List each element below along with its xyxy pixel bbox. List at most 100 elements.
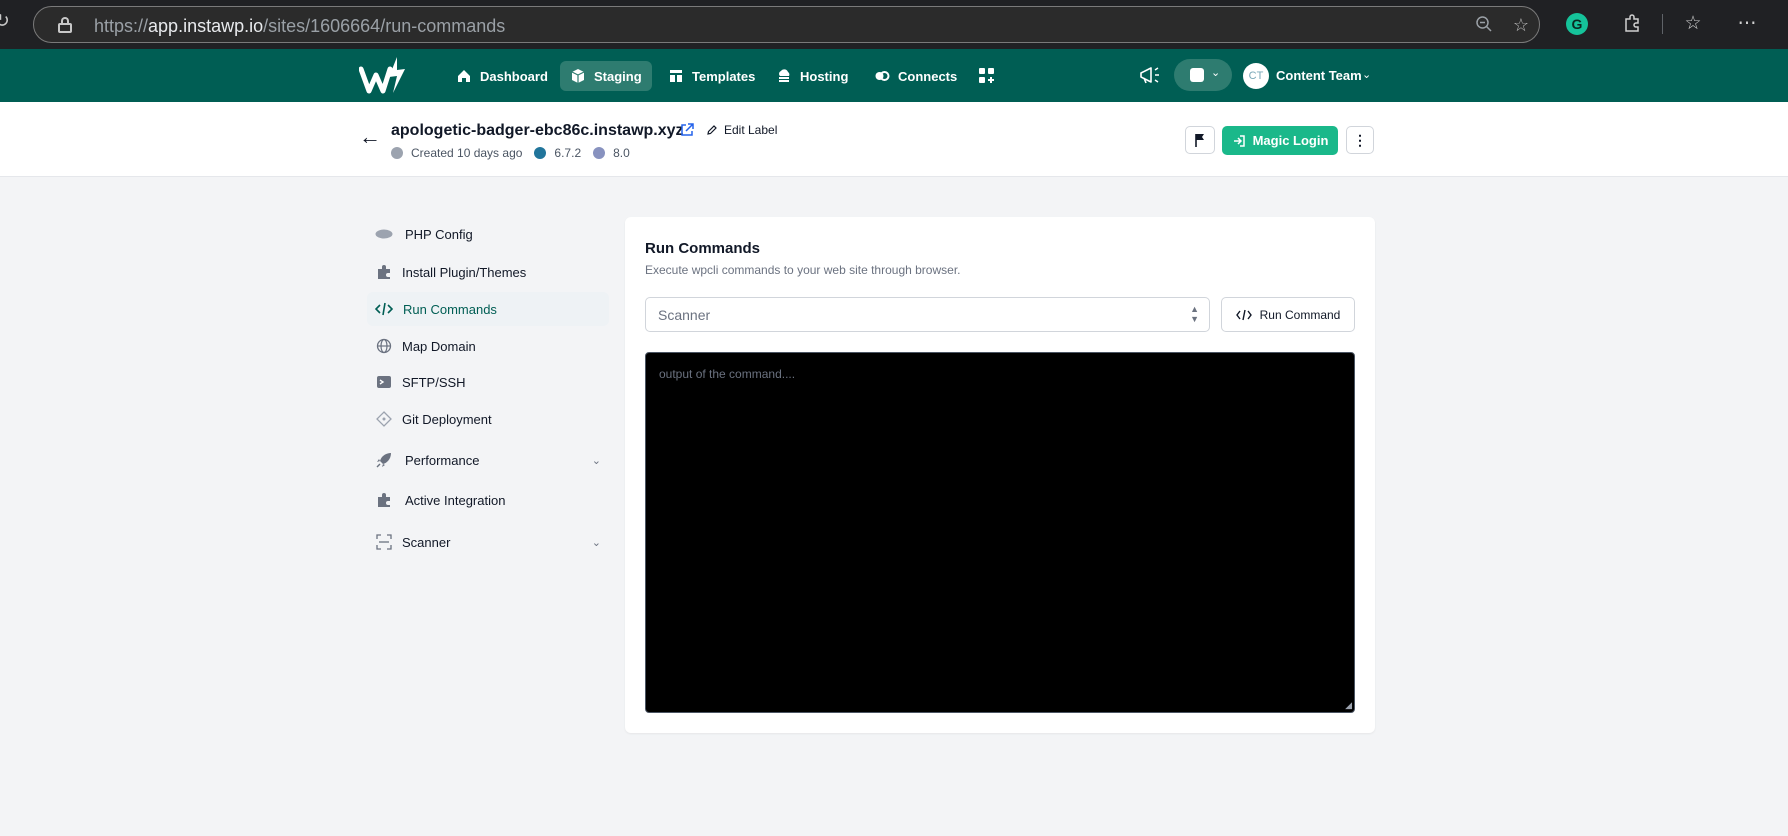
puzzle-icon — [375, 491, 393, 509]
puzzle-icon — [375, 263, 393, 281]
more-icon[interactable]: ⋯ — [1736, 13, 1758, 35]
cube-icon — [571, 69, 585, 83]
cloud-server-icon — [779, 69, 790, 82]
chart-icon — [1190, 68, 1204, 82]
apps-grid-icon[interactable] — [977, 66, 997, 86]
link-icon — [875, 71, 890, 81]
created-text: Created 10 days ago — [411, 146, 523, 160]
instawp-logo[interactable] — [358, 55, 409, 95]
sidebar-item-label: SFTP/SSH — [402, 374, 466, 390]
rocket-icon — [375, 451, 393, 469]
select-arrows-icon: ▲ ▼ — [1190, 304, 1199, 324]
favorite-star-icon[interactable]: ☆ — [1511, 15, 1531, 35]
sidebar-item-active-integration[interactable]: Active Integration — [367, 483, 609, 517]
favorites-bar-icon[interactable]: ☆ — [1682, 13, 1704, 35]
extensions-icon[interactable] — [1621, 13, 1643, 35]
sidebar-item-label: Install Plugin/Themes — [402, 264, 527, 280]
template-icon — [670, 70, 682, 82]
sidebar-item-php-config[interactable]: PHP Config — [367, 217, 609, 251]
run-command-label: Run Command — [1259, 307, 1341, 322]
chevron-down-icon: ⌄ — [1211, 67, 1221, 79]
magic-login-label: Magic Login — [1252, 133, 1329, 148]
sidebar-item-label: Active Integration — [405, 492, 506, 508]
nav-templates[interactable]: Templates — [658, 61, 765, 91]
nav-hosting-label: Hosting — [800, 68, 849, 84]
command-select-value: Scanner — [658, 307, 711, 323]
site-stats-dropdown[interactable]: ⌄ — [1174, 59, 1232, 91]
chevron-down-icon: ⌄ — [591, 536, 601, 549]
panel-title: Run Commands — [645, 240, 761, 257]
app-navbar: Dashboard Staging Templates Hosting Conn… — [0, 49, 1788, 102]
nav-hosting[interactable]: Hosting — [766, 61, 858, 91]
run-command-button[interactable]: Run Command — [1221, 297, 1355, 332]
sidebar-item-performance[interactable]: Performance ⌄ — [367, 443, 609, 477]
zoom-out-icon[interactable] — [1474, 15, 1494, 35]
resize-handle-icon[interactable]: ◢ — [1345, 700, 1352, 711]
clock-icon — [391, 147, 403, 159]
sidebar-item-label: Map Domain — [402, 338, 476, 354]
command-output[interactable]: output of the command.... ◢ — [645, 352, 1355, 713]
sidebar-item-map-domain[interactable]: Map Domain — [367, 329, 609, 363]
wordpress-icon — [534, 147, 547, 159]
sidebar-item-install-plugin-themes[interactable]: Install Plugin/Themes — [367, 255, 609, 289]
edit-label-button[interactable]: Edit Label — [706, 123, 777, 137]
reload-icon[interactable]: ↻ — [0, 12, 14, 32]
chevron-down-icon[interactable]: ⌄ — [1362, 68, 1371, 81]
code-icon — [375, 300, 393, 318]
magic-login-button[interactable]: Magic Login — [1222, 126, 1338, 155]
nav-templates-label: Templates — [692, 68, 756, 84]
terminal-icon — [375, 373, 393, 391]
code-icon — [1235, 309, 1252, 320]
nav-dashboard-label: Dashboard — [480, 68, 548, 84]
sidebar-item-git-deployment[interactable]: Git Deployment — [367, 402, 609, 436]
wp-version: 6.7.2 — [554, 146, 582, 160]
flag-icon — [1195, 134, 1204, 147]
flag-button[interactable] — [1185, 126, 1215, 154]
nav-connects[interactable]: Connects — [864, 61, 967, 91]
run-commands-panel: Run Commands Execute wpcli commands to y… — [625, 217, 1375, 733]
login-icon — [1233, 134, 1245, 147]
external-link-icon[interactable] — [679, 122, 695, 138]
back-arrow-icon[interactable]: ← — [359, 124, 381, 150]
php-icon — [375, 225, 393, 243]
sidebar-item-label: Git Deployment — [402, 411, 492, 427]
sidebar-item-label: Run Commands — [403, 301, 497, 317]
php-version: 8.0 — [613, 146, 630, 160]
address-bar[interactable]: https://app.instawp.io/sites/1606664/run… — [33, 6, 1540, 43]
url-host: app.instawp.io — [148, 16, 264, 36]
url-scheme: https:// — [94, 16, 149, 36]
panel-subtitle: Execute wpcli commands to your web site … — [645, 263, 961, 277]
chevron-down-icon: ⌄ — [591, 454, 601, 467]
sidebar-item-label: PHP Config — [405, 226, 473, 242]
url-path: /sites/1606664/run-commands — [263, 16, 506, 36]
nav-dashboard[interactable]: Dashboard — [446, 61, 558, 91]
sidebar-item-label: Performance — [405, 452, 480, 468]
avatar[interactable]: CT — [1243, 63, 1269, 89]
sidebar-item-scanner[interactable]: Scanner ⌄ — [367, 525, 609, 559]
home-icon — [458, 70, 470, 82]
site-meta: Created 10 days ago 6.7.2 8.0 — [391, 146, 630, 160]
edit-label-text: Edit Label — [724, 123, 778, 137]
command-select[interactable]: Scanner ▲ ▼ — [645, 297, 1210, 332]
nav-staging[interactable]: Staging — [560, 61, 652, 91]
grammarly-icon[interactable]: G — [1566, 13, 1588, 35]
git-icon — [375, 410, 393, 428]
nav-staging-label: Staging — [594, 68, 642, 84]
scan-icon — [375, 533, 393, 551]
browser-toolbar: ↻ https://app.instawp.io/sites/1606664/r… — [0, 0, 1788, 49]
more-options-icon[interactable]: ⋮ — [1346, 126, 1374, 154]
sidebar-item-label: Scanner — [402, 534, 451, 550]
lock-icon[interactable] — [58, 17, 72, 33]
edit-icon — [707, 125, 717, 135]
site-name: apologetic-badger-ebc86c.instawp.xyz — [391, 122, 684, 139]
site-header: ← apologetic-badger-ebc86c.instawp.xyz E… — [0, 102, 1788, 177]
nav-connects-label: Connects — [898, 68, 958, 84]
sidebar-item-run-commands[interactable]: Run Commands — [367, 292, 609, 326]
announcement-icon[interactable] — [1138, 64, 1162, 86]
toolbar-divider — [1662, 14, 1663, 34]
output-placeholder: output of the command.... — [659, 367, 796, 381]
url-text[interactable]: https://app.instawp.io/sites/1606664/run… — [94, 16, 505, 37]
user-menu-label[interactable]: Content Team — [1276, 68, 1362, 83]
sidebar-item-sftp-ssh[interactable]: SFTP/SSH — [367, 365, 609, 399]
globe-icon — [375, 337, 393, 355]
